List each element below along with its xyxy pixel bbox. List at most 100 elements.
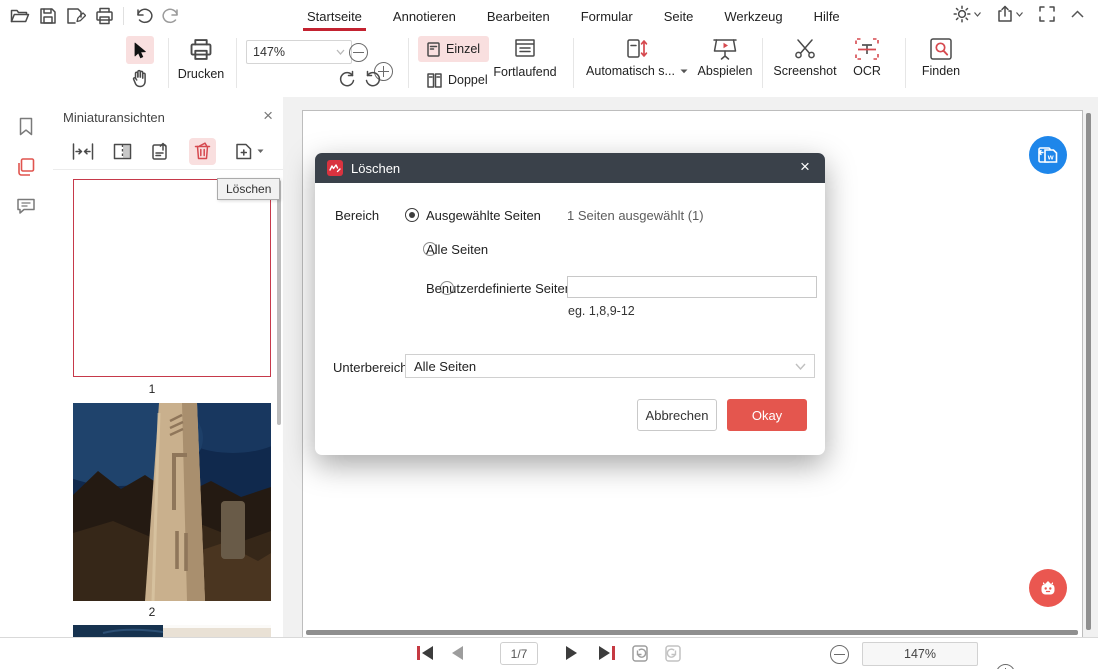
radio-selected-pages[interactable]: [405, 208, 419, 222]
thumbnail-page-3[interactable]: [73, 625, 271, 637]
panel-scrollbar[interactable]: [277, 180, 281, 425]
share-button[interactable]: [997, 5, 1023, 23]
double-page-icon: [427, 73, 442, 88]
thumbnail-1-number: 1: [53, 382, 251, 396]
bereich-label: Bereich: [335, 208, 379, 223]
svg-text:w: w: [1047, 153, 1054, 162]
robot-icon: [1036, 576, 1060, 600]
select-tool-button[interactable]: [126, 36, 154, 64]
chevron-down-icon: [795, 363, 806, 370]
tab-werkzeug[interactable]: Werkzeug: [722, 3, 784, 30]
delete-tooltip: Löschen: [217, 178, 280, 200]
ocr-button[interactable]: OCR: [843, 36, 891, 78]
find-button[interactable]: Finden: [915, 36, 967, 78]
tab-bearbeiten[interactable]: Bearbeiten: [485, 3, 552, 30]
statusbar-zoom-value[interactable]: 147%: [862, 642, 978, 666]
statusbar: 1/7 147%: [0, 637, 1098, 669]
selected-pages-note: 1 Seiten ausgewählt (1): [567, 208, 704, 223]
rotate-cw-icon[interactable]: [338, 70, 356, 88]
zoom-out-button[interactable]: [349, 43, 368, 62]
caret-down-icon: [974, 12, 981, 17]
custom-pages-hint: eg. 1,8,9-12: [568, 304, 635, 318]
cursor-arrow-icon: [133, 42, 148, 59]
tab-hilfe[interactable]: Hilfe: [812, 3, 842, 30]
continuous-view-button[interactable]: Fortlaufend: [490, 36, 560, 79]
next-view-icon[interactable]: [664, 644, 682, 663]
okay-button[interactable]: Okay: [727, 399, 807, 431]
open-file-icon[interactable]: [10, 7, 30, 25]
collapse-toolbar-icon[interactable]: [1071, 10, 1084, 18]
split-page-icon[interactable]: [113, 143, 132, 160]
previous-view-icon[interactable]: [631, 644, 649, 663]
ocr-label: OCR: [843, 64, 891, 78]
tab-formular[interactable]: Formular: [579, 3, 635, 30]
redo-icon[interactable]: [162, 6, 182, 25]
print-group-button[interactable]: Drucken: [176, 36, 226, 81]
dialog-close-icon[interactable]: ×: [795, 157, 815, 177]
radio-custom-pages-label: Benutzerdefinierte Seiten: [426, 281, 572, 296]
zoom-level-select[interactable]: 147%: [246, 40, 352, 64]
dialog-title: Löschen: [351, 161, 400, 176]
pillar-photo: [73, 403, 271, 601]
tab-seite[interactable]: Seite: [662, 3, 696, 30]
left-sidebar-strip: [0, 97, 53, 669]
previous-page-button[interactable]: [452, 646, 463, 663]
vertical-scrollbar[interactable]: [1086, 113, 1091, 630]
thumbnail-page-1[interactable]: [73, 179, 271, 377]
single-page-button[interactable]: Einzel: [418, 36, 489, 62]
radio-all-pages-label: Alle Seiten: [426, 242, 488, 257]
tab-startseite[interactable]: Startseite: [305, 3, 364, 30]
convert-to-word-fab[interactable]: w: [1029, 136, 1067, 174]
unterbereich-select[interactable]: Alle Seiten: [405, 354, 815, 378]
fullscreen-icon[interactable]: [1039, 6, 1055, 22]
double-page-button[interactable]: Doppel: [418, 69, 497, 91]
theme-brightness-button[interactable]: [953, 5, 981, 23]
thumbnails-panel-icon[interactable]: [16, 157, 36, 177]
comments-panel-icon[interactable]: [16, 197, 36, 215]
play-presentation-button[interactable]: Abspielen: [697, 36, 753, 78]
custom-pages-input[interactable]: [567, 276, 817, 298]
main-menu: Startseite Annotieren Bearbeiten Formula…: [305, 0, 842, 33]
save-icon[interactable]: [39, 7, 57, 25]
hand-tool-button[interactable]: [131, 69, 149, 88]
insert-page-icon[interactable]: [72, 143, 94, 160]
double-page-label: Doppel: [448, 73, 488, 87]
first-page-button[interactable]: [417, 646, 433, 660]
panel-title: Miniaturansichten: [63, 110, 165, 125]
delete-page-button[interactable]: [189, 138, 216, 165]
thumbnail-2-number: 2: [53, 605, 251, 619]
radio-selected-pages-label: Ausgewählte Seiten: [426, 208, 541, 223]
cancel-button[interactable]: Abbrechen: [637, 399, 717, 431]
word-convert-icon: w: [1037, 144, 1059, 166]
updf-logo-icon: [327, 160, 343, 176]
save-as-icon[interactable]: [66, 7, 86, 25]
page-indicator[interactable]: 1/7: [500, 642, 538, 665]
menubar: Startseite Annotieren Bearbeiten Formula…: [0, 0, 1098, 33]
next-page-button[interactable]: [566, 646, 577, 663]
zoom-level-value: 147%: [253, 45, 285, 59]
last-page-button[interactable]: [599, 646, 615, 660]
rotate-ccw-icon[interactable]: [364, 70, 382, 88]
add-page-button[interactable]: [235, 142, 264, 161]
delete-dialog: Löschen × Bereich Ausgewählte Seiten 1 S…: [315, 153, 825, 455]
extract-page-icon[interactable]: [151, 142, 170, 161]
ai-assistant-fab[interactable]: [1029, 569, 1067, 607]
unterbereich-value: Alle Seiten: [414, 359, 476, 374]
auto-scroll-button[interactable]: Automatisch s...: [583, 36, 691, 78]
statusbar-zoom-in-button[interactable]: [996, 664, 1015, 669]
dialog-titlebar: Löschen ×: [315, 153, 825, 183]
single-page-icon: [427, 42, 440, 57]
print-icon[interactable]: [95, 7, 114, 25]
panel-close-icon[interactable]: ×: [263, 106, 273, 126]
thumbnail-page-2[interactable]: [73, 403, 271, 601]
panel-toolbar: [53, 133, 283, 170]
horizontal-scrollbar[interactable]: [306, 630, 1078, 635]
tab-annotieren[interactable]: Annotieren: [391, 3, 458, 30]
screenshot-button[interactable]: Screenshot: [772, 36, 838, 78]
find-label: Finden: [915, 64, 967, 78]
bookmarks-panel-icon[interactable]: [18, 117, 34, 136]
trash-icon: [194, 142, 211, 160]
updf-app-window: Startseite Annotieren Bearbeiten Formula…: [0, 0, 1098, 669]
statusbar-zoom-out-button[interactable]: [830, 645, 849, 664]
undo-icon[interactable]: [133, 6, 153, 25]
